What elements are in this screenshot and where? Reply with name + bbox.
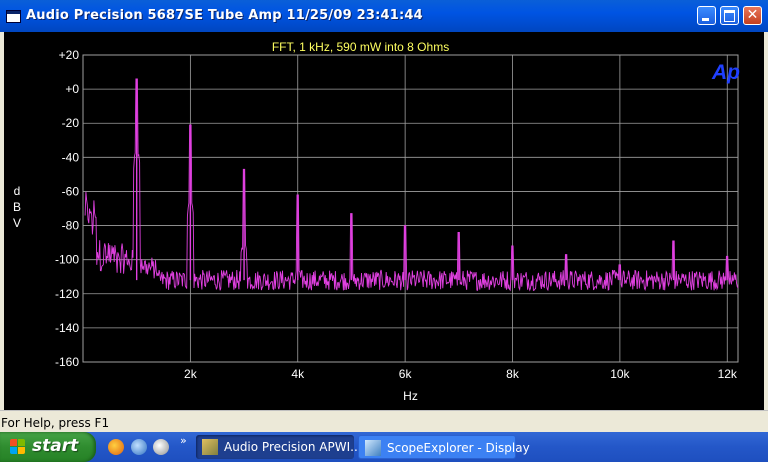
graph-panel: +20 +0 -20 -40 -60 -80 -100 -120 -140 -160 2k 4k 6k 8…	[4, 32, 764, 410]
maximize-button[interactable]	[720, 6, 739, 25]
y-tick-label: +0	[65, 82, 79, 96]
y-tick-label: -40	[62, 150, 80, 164]
y-tick-label: -100	[55, 253, 79, 267]
x-tick-label: 2k	[184, 367, 198, 381]
x-tick-label: 8k	[506, 367, 520, 381]
x-tick-label: 6k	[399, 367, 413, 381]
y-axis-label: dBV	[13, 184, 21, 230]
taskbar-item-label: Audio Precision APWI...	[224, 440, 362, 454]
window-title: Audio Precision 5687SE Tube Amp 11/25/09…	[26, 8, 423, 23]
x-tick-label: 12k	[718, 367, 738, 381]
y-tick-label: -120	[55, 287, 79, 301]
taskbar-item-audio-precision[interactable]: Audio Precision APWI...	[196, 435, 362, 459]
minimize-icon	[702, 18, 709, 21]
app-window-icon[interactable]	[6, 10, 21, 23]
fft-chart: +20 +0 -20 -40 -60 -80 -100 -120 -140 -160 2k 4k 6k 8…	[13, 40, 740, 403]
ap-win-icon	[202, 439, 218, 455]
quicklaunch-firefox-icon[interactable]	[108, 439, 124, 455]
y-tick-label: +20	[59, 48, 80, 62]
taskbar: start » Audio Precision APWI... ScopeExp…	[0, 432, 768, 462]
y-tick-label: -20	[62, 116, 80, 130]
status-text: For Help, press F1	[1, 416, 110, 430]
maximize-icon	[724, 10, 735, 22]
quicklaunch-network-icon[interactable]	[131, 439, 147, 455]
status-bar: For Help, press F1	[0, 410, 768, 433]
minimize-button[interactable]	[697, 6, 716, 25]
scope-explorer-icon	[365, 440, 381, 456]
close-button[interactable]: ✕	[743, 6, 762, 25]
quicklaunch-browser-icon[interactable]	[153, 439, 169, 455]
start-button[interactable]: start	[0, 432, 96, 462]
fft-trace	[84, 78, 739, 292]
x-axis-label: Hz	[403, 389, 418, 403]
taskbar-item-scope-explorer[interactable]: ScopeExplorer - Display	[358, 435, 530, 459]
x-tick-label: 4k	[291, 367, 305, 381]
window-titlebar[interactable]: Audio Precision 5687SE Tube Amp 11/25/09…	[0, 0, 768, 32]
x-tick-label: 10k	[610, 367, 630, 381]
y-tick-label: -80	[62, 219, 80, 233]
y-tick-label: -140	[55, 321, 79, 335]
windows-flag-icon	[10, 439, 26, 455]
quicklaunch-chevron-icon[interactable]: »	[180, 434, 187, 447]
y-tick-label: -60	[62, 184, 80, 198]
plot-frame	[82, 54, 739, 363]
ap-logo: Ap	[711, 61, 740, 84]
plot-title: FFT, 1 kHz, 590 mW into 8 Ohms	[272, 40, 449, 54]
taskbar-item-label: ScopeExplorer - Display	[387, 441, 530, 455]
y-tick-label: -160	[55, 355, 79, 369]
start-label: start	[32, 436, 79, 456]
close-icon: ✕	[746, 7, 759, 23]
